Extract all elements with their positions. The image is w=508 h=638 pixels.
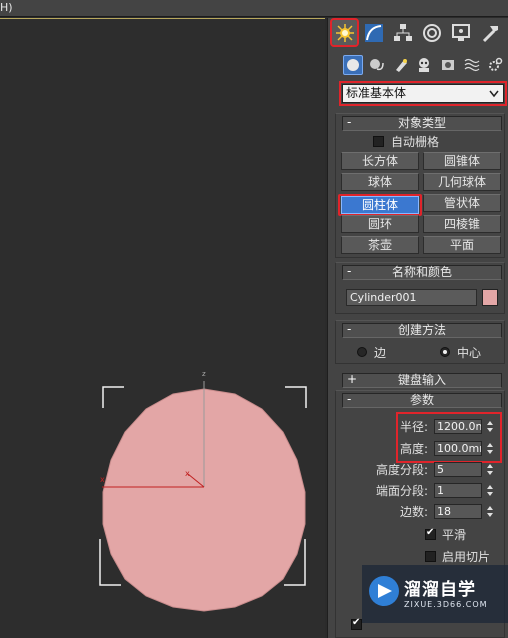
tab-motion[interactable] <box>419 20 444 45</box>
collapse-icon: - <box>347 322 352 336</box>
center-label: 中心 <box>457 346 482 360</box>
tab-hierarchy[interactable] <box>390 20 415 45</box>
smooth-label: 平滑 <box>442 528 467 542</box>
height-spinner[interactable] <box>485 441 495 456</box>
height-segments-input[interactable]: 5 <box>434 462 482 477</box>
geosphere-button[interactable]: 几何球体 <box>423 173 501 191</box>
edge-label: 边 <box>374 346 387 360</box>
object-category-value: 标准基本体 <box>346 86 407 100</box>
rollout-title: 键盘输入 <box>397 373 446 387</box>
sides-input[interactable]: 18 <box>434 504 482 519</box>
radius-spinner[interactable] <box>485 419 495 434</box>
category-spacewarps[interactable] <box>462 55 482 75</box>
radius-input[interactable]: 1200.0mm <box>434 419 482 434</box>
create-icon <box>335 23 354 42</box>
spinner-icon <box>487 506 493 517</box>
sides-label: 边数: <box>400 505 429 519</box>
center-radio[interactable] <box>440 347 450 357</box>
display-icon <box>451 23 470 41</box>
geometry-icon <box>347 59 359 71</box>
modify-icon <box>364 23 383 42</box>
collapse-icon: - <box>347 115 352 129</box>
auto-grid-checkbox[interactable] <box>373 136 384 147</box>
hierarchy-icon <box>393 23 412 41</box>
category-helpers[interactable] <box>438 55 458 75</box>
sides-spinner[interactable] <box>485 504 495 519</box>
slice-on-checkbox[interactable] <box>425 551 436 562</box>
expand-icon: + <box>347 372 358 386</box>
smooth-checkbox[interactable] <box>425 527 436 540</box>
motion-icon <box>422 23 441 42</box>
watermark-logo-icon <box>369 576 399 606</box>
spinner-icon <box>487 443 493 454</box>
radius-label: 半径: <box>400 420 429 434</box>
utilities-icon <box>482 25 498 42</box>
tube-button[interactable]: 管状体 <box>423 194 501 212</box>
plane-button[interactable]: 平面 <box>423 236 501 254</box>
cameras-icon <box>419 58 429 72</box>
viewport[interactable]: x x z <box>0 18 325 638</box>
pyramid-button[interactable]: 四棱锥 <box>423 215 501 233</box>
height-segments-label: 高度分段: <box>376 463 429 477</box>
watermark-subtitle: ZIXUE.3D66.COM <box>404 600 488 609</box>
chevron-down-icon <box>489 90 499 98</box>
cap-segments-label: 端面分段: <box>376 484 429 498</box>
tab-create[interactable] <box>330 18 359 47</box>
menu-item-fragment[interactable]: H) <box>0 1 13 14</box>
auto-grid-label: 自动栅格 <box>391 135 440 149</box>
rollout-title: 参数 <box>409 393 434 407</box>
sphere-button[interactable]: 球体 <box>341 173 419 191</box>
object-color-swatch[interactable] <box>482 289 498 306</box>
edge-radio[interactable] <box>357 347 367 357</box>
svg-text:x: x <box>100 475 105 484</box>
shapes-icon <box>370 59 384 71</box>
command-panel: 标准基本体 - 对象类型 自动栅格 长方体 圆锥体 球体 几何球体 圆柱体 管状… <box>327 18 508 638</box>
rollout-title: 创建方法 <box>397 323 446 337</box>
category-shapes[interactable] <box>367 55 387 75</box>
box-button[interactable]: 长方体 <box>341 152 419 170</box>
axis-label-z: z <box>202 370 206 378</box>
rollout-header-object-type[interactable]: - 对象类型 <box>342 116 502 131</box>
spinner-icon <box>487 464 493 475</box>
menu-bar: H) <box>0 0 508 17</box>
object-category-select[interactable]: 标准基本体 <box>342 84 504 103</box>
category-cameras[interactable] <box>414 55 434 75</box>
rollout-title: 名称和颜色 <box>391 265 452 279</box>
cylinder-button[interactable]: 圆柱体 <box>341 196 419 214</box>
tab-modify[interactable] <box>361 20 386 45</box>
svg-text:x: x <box>185 469 190 478</box>
spacewarps-icon <box>464 58 480 72</box>
slice-on-label: 启用切片 <box>442 550 491 564</box>
rollout-title: 对象类型 <box>397 116 446 130</box>
collapse-icon: - <box>347 392 352 406</box>
rollout-header-name-color[interactable]: - 名称和颜色 <box>342 265 502 280</box>
systems-icon <box>489 57 503 71</box>
category-geometry[interactable] <box>343 55 363 75</box>
watermark: 溜溜自学 ZIXUE.3D66.COM <box>362 565 508 623</box>
cap-segments-spinner[interactable] <box>485 483 495 498</box>
height-input[interactable]: 100.0mm <box>434 441 482 456</box>
teapot-button[interactable]: 茶壶 <box>341 236 419 254</box>
cap-segments-input[interactable]: 1 <box>434 483 482 498</box>
viewport-canvas: x x <box>99 381 307 612</box>
category-systems[interactable] <box>485 55 505 75</box>
spinner-icon <box>487 421 493 432</box>
collapse-icon: - <box>347 264 352 278</box>
category-lights[interactable] <box>391 55 411 75</box>
rollout-header-parameters[interactable]: - 参数 <box>342 393 502 408</box>
lights-icon <box>396 59 407 72</box>
generate-mapping-checkbox[interactable] <box>351 617 362 630</box>
rollout-header-creation-method[interactable]: - 创建方法 <box>342 323 502 338</box>
tab-display[interactable] <box>448 20 473 45</box>
rollout-header-keyboard-entry[interactable]: + 键盘输入 <box>342 373 502 388</box>
cone-button[interactable]: 圆锥体 <box>423 152 501 170</box>
height-segments-spinner[interactable] <box>485 462 495 477</box>
watermark-title: 溜溜自学 <box>404 580 476 600</box>
spinner-icon <box>487 485 493 496</box>
helpers-icon <box>442 60 454 70</box>
torus-button[interactable]: 圆环 <box>341 215 419 233</box>
tab-utilities[interactable] <box>477 20 502 45</box>
object-name-input[interactable]: Cylinder001 <box>346 289 477 306</box>
height-label: 高度: <box>400 442 429 456</box>
